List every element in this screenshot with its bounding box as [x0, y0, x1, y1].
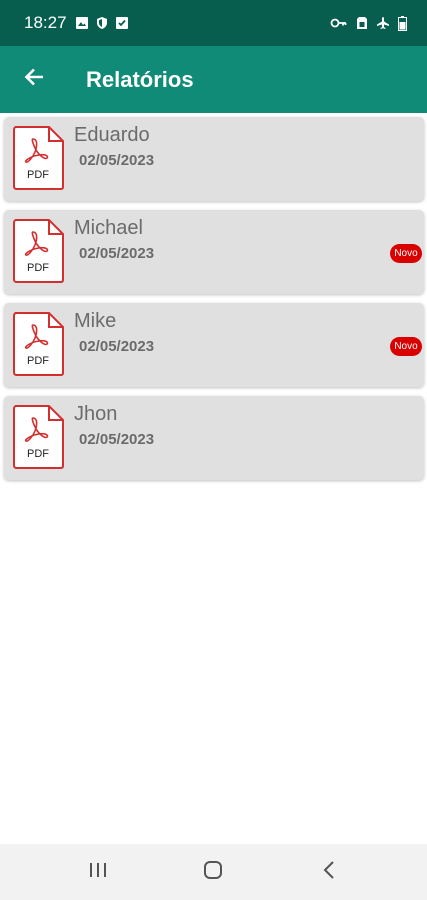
new-badge: Novo [390, 244, 422, 263]
back-button[interactable] [14, 60, 54, 100]
report-date: 02/05/2023 [79, 245, 155, 262]
status-bar: 18:27 [0, 0, 427, 46]
status-right-icons [330, 15, 407, 31]
recent-apps-button[interactable] [68, 852, 128, 892]
report-date: 02/05/2023 [79, 338, 155, 355]
arrow-left-icon [23, 66, 45, 93]
report-name: Michael [74, 217, 143, 239]
report-name: Mike [74, 310, 117, 332]
recent-apps-icon [88, 861, 108, 884]
airplane-icon [376, 16, 390, 30]
image-icon [75, 16, 89, 30]
status-time: 18:27 [24, 13, 67, 32]
key-icon [330, 16, 348, 30]
report-card-michael[interactable]: PDF Michael 02/05/2023 Novo [4, 210, 424, 294]
pdf-label: PDF [27, 355, 49, 367]
home-button[interactable] [183, 852, 243, 892]
status-left-icons [75, 16, 129, 30]
report-name: Jhon [74, 403, 118, 425]
sim-icon [355, 16, 369, 30]
pdf-file-icon: PDF [13, 405, 64, 469]
app-bar: Relatórios [0, 46, 427, 113]
report-card-mike[interactable]: PDF Mike 02/05/2023 Novo [4, 303, 424, 387]
check-box-icon [115, 16, 129, 30]
report-card-jhon[interactable]: PDF Jhon 02/05/2023 [4, 396, 424, 480]
home-icon [203, 860, 223, 885]
pdf-file-icon: PDF [13, 312, 64, 376]
page-title: Relatórios [86, 66, 194, 92]
report-name: Eduardo [74, 124, 150, 146]
pdf-file-icon: PDF [13, 219, 64, 283]
shield-icon [95, 16, 109, 30]
report-date: 02/05/2023 [79, 152, 155, 169]
system-back-button[interactable] [299, 852, 359, 892]
new-badge: Novo [390, 337, 422, 356]
pdf-label: PDF [27, 262, 49, 274]
pdf-label: PDF [27, 448, 49, 460]
back-icon [322, 860, 336, 885]
report-list: PDF Eduardo 02/05/2023 PDF Michael 02/05… [4, 117, 424, 489]
pdf-file-icon: PDF [13, 126, 64, 190]
report-card-eduardo[interactable]: PDF Eduardo 02/05/2023 [4, 117, 424, 201]
report-date: 02/05/2023 [79, 431, 155, 448]
system-nav-bar [0, 844, 427, 900]
battery-icon [397, 15, 407, 31]
pdf-label: PDF [27, 169, 49, 181]
